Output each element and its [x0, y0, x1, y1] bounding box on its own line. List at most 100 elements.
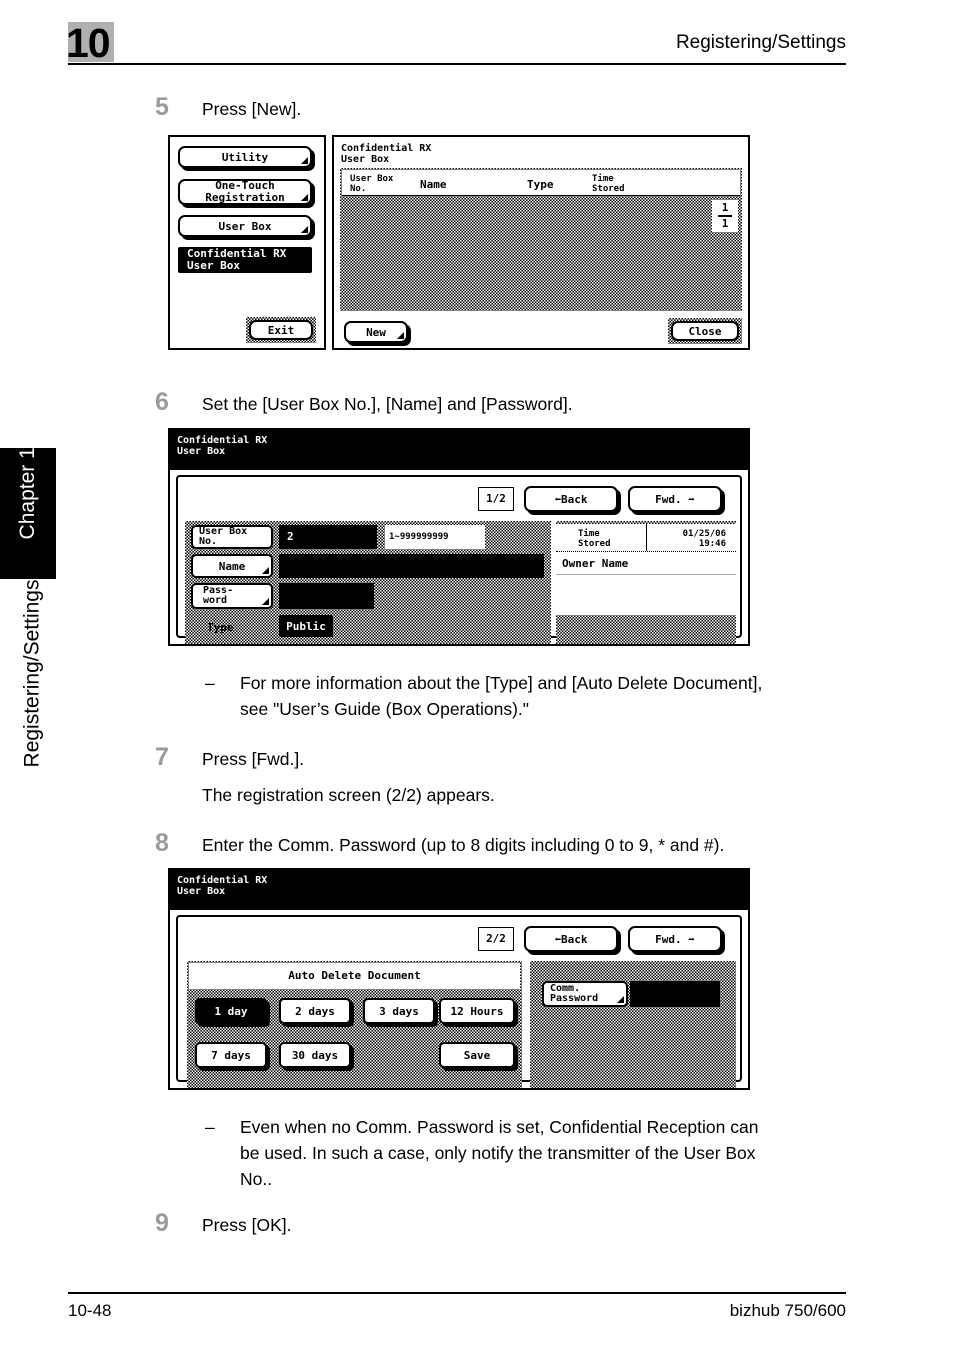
note-1-line-2: see "User’s Guide (Box Operations)." — [240, 699, 529, 719]
screen5-close-label: Close — [688, 324, 722, 338]
step-8-number: 8 — [155, 829, 169, 857]
chevron-corner-icon — [617, 996, 624, 1003]
divider — [556, 574, 736, 575]
screen5-menu-confidential-rx-user-box[interactable]: Confidential RX User Box — [178, 247, 312, 273]
screen8-option-12-hours[interactable]: 12 Hours — [439, 998, 515, 1024]
footer-rule — [68, 1292, 846, 1294]
screen6-user-box-no-range: 1~999999999 — [389, 532, 449, 542]
step-6-number: 6 — [155, 388, 169, 416]
screen8-option-7-days[interactable]: 7 days — [195, 1042, 267, 1068]
note-2-line-2: be used. In such a case, only notify the… — [240, 1143, 756, 1163]
footer-page-number: 10-48 — [68, 1301, 112, 1320]
divider — [646, 524, 647, 551]
screen8-comm-password-region: Comm. Password — [530, 961, 736, 1088]
screen5-panel-title: Confidential RX User Box — [341, 143, 432, 165]
screen8-option-30-days-label: 30 days — [291, 1048, 339, 1062]
chapter-number: 10 — [66, 20, 111, 66]
screen8-title: Confidential RX User Box — [177, 875, 268, 897]
screen5-new-button[interactable]: New — [344, 321, 408, 343]
screen6-form-region: User Box No. 2 1~999999999 Name Pass- wo… — [185, 521, 551, 644]
screen8-body: 2/2 ⬅Back Fwd. ➡ Auto Delete Document 1 … — [176, 915, 742, 1088]
chapter-tab: Chapter 10 — [0, 436, 56, 579]
screen6-name-label: Name — [218, 559, 246, 573]
screen8-comm-password-button[interactable]: Comm. Password — [542, 981, 628, 1007]
chapter-tab-label: Chapter 10 — [16, 435, 39, 540]
screen8-option-12-hours-label: 12 Hours — [450, 1004, 504, 1018]
screen6-page-indicator: 1/2 — [478, 487, 514, 511]
screen5-page-total: 1 — [721, 217, 729, 230]
screen5-menu-user-box-label: User Box — [218, 219, 272, 233]
header-rule — [68, 63, 846, 65]
screen5-exit-button[interactable]: Exit — [246, 317, 316, 343]
screen6-type-label: Type — [207, 621, 234, 634]
step-8-text: Enter the Comm. Password (up to 8 digits… — [202, 835, 725, 855]
footer-product: bizhub 750/600 — [729, 1301, 846, 1320]
screen8-group-title-bar: Auto Delete Document — [189, 963, 520, 989]
screen8-fwd-label: Fwd. ➡ — [655, 932, 695, 946]
screen8-auto-delete-group: Auto Delete Document 1 day 2 days 3 days… — [187, 961, 522, 1088]
screen5-menu-confidential-rx-user-box-label: Confidential RX User Box — [187, 247, 287, 272]
screen5-page-current: 1 — [717, 202, 733, 217]
screen8-panel: Confidential RX User Box 2/2 ⬅Back Fwd. … — [168, 868, 750, 1090]
screen5-menu-panel: Utility One-Touch Registration User Box … — [168, 135, 326, 350]
header-title: Registering/Settings — [675, 32, 846, 53]
screen5-col-time-stored: Time Stored — [592, 174, 625, 194]
screen6-name-input[interactable] — [279, 554, 544, 578]
screen8-page-indicator: 2/2 — [478, 927, 514, 951]
screen6-owner-name-label: Owner Name — [562, 557, 629, 570]
screen6-time-stored-label: Time Stored — [578, 529, 611, 549]
screen5-col-user-box-no: User Box No. — [350, 174, 394, 194]
screen6-back-label: ⬅Back — [554, 492, 588, 506]
screen5-menu-user-box[interactable]: User Box — [178, 215, 312, 237]
screen8-fwd-button[interactable]: Fwd. ➡ — [628, 926, 722, 952]
screen8-option-3-days[interactable]: 3 days — [363, 998, 435, 1024]
screen5-menu-utility-label: Utility — [221, 150, 269, 164]
screen5-list-body: User Box No. Name Type Time Stored 1 1 — [340, 168, 742, 311]
step-6-text: Set the [User Box No.], [Name] and [Pass… — [202, 394, 573, 414]
screen8-option-1-day[interactable]: 1 day — [195, 998, 267, 1024]
screen6-name-button[interactable]: Name — [191, 554, 273, 578]
step-5-number: 5 — [155, 93, 169, 121]
screen8-option-30-days[interactable]: 30 days — [279, 1042, 351, 1068]
chevron-corner-icon — [397, 332, 404, 339]
screen8-save-button[interactable]: Save — [439, 1042, 515, 1068]
screen6-type-value-button[interactable]: Public — [279, 615, 333, 637]
screen6-info-region: Time Stored 01/25/06 19:46 Owner Name — [556, 521, 736, 644]
screen6-type-value: Public — [286, 619, 326, 633]
screen6-password-button[interactable]: Pass- word — [191, 583, 273, 609]
screen8-back-button[interactable]: ⬅Back — [524, 926, 618, 952]
screen6-user-box-no-value: 2 — [287, 530, 294, 543]
note-2-text: Even when no Comm. Password is set, Conf… — [240, 1114, 758, 1192]
note-2-line-3: No.. — [240, 1169, 273, 1189]
step-7-text: Press [Fwd.]. — [202, 749, 305, 769]
note-1-line-1: For more information about the [Type] an… — [240, 673, 763, 693]
screen8-option-3-days-label: 3 days — [379, 1004, 419, 1018]
screen8-option-2-days-label: 2 days — [295, 1004, 335, 1018]
screen6-password-input[interactable] — [279, 583, 374, 609]
screen8-option-7-days-label: 7 days — [211, 1048, 251, 1062]
step-9-text: Press [OK]. — [202, 1215, 292, 1235]
chevron-corner-icon — [262, 567, 269, 574]
screen6-user-box-no-input[interactable]: 2 — [279, 525, 377, 549]
screen8-comm-password-input[interactable] — [630, 981, 720, 1007]
screen6-fwd-button[interactable]: Fwd. ➡ — [628, 486, 722, 512]
step-5-text: Press [New]. — [202, 99, 302, 119]
step-7-subtext: The registration screen (2/2) appears. — [202, 785, 495, 805]
screen6-user-box-no-label: User Box No. — [199, 526, 248, 547]
screen5-menu-utility[interactable]: Utility — [178, 146, 312, 168]
chevron-corner-icon — [262, 598, 269, 605]
screen5-list-header: User Box No. Name Type Time Stored — [342, 170, 740, 196]
screen5-menu-one-touch-registration[interactable]: One-Touch Registration — [178, 179, 312, 205]
screen5-exit-label: Exit — [267, 323, 295, 337]
screen8-option-1-day-label: 1 day — [214, 1004, 248, 1018]
screen6-user-box-no-button[interactable]: User Box No. — [191, 525, 273, 549]
screen8-option-2-days[interactable]: 2 days — [279, 998, 351, 1024]
chevron-corner-icon — [301, 226, 308, 233]
note-1-text: For more information about the [Type] an… — [240, 670, 762, 722]
screen6-back-button[interactable]: ⬅Back — [524, 486, 618, 512]
screen6-body: 1/2 ⬅Back Fwd. ➡ User Box No. 2 1~999999… — [176, 475, 742, 644]
step-7-number: 7 — [155, 743, 169, 771]
screen6-time-stored-row: Time Stored 01/25/06 19:46 — [556, 524, 736, 552]
screen8-comm-password-label: Comm. Password — [550, 983, 599, 1004]
screen5-close-button[interactable]: Close — [668, 318, 742, 344]
